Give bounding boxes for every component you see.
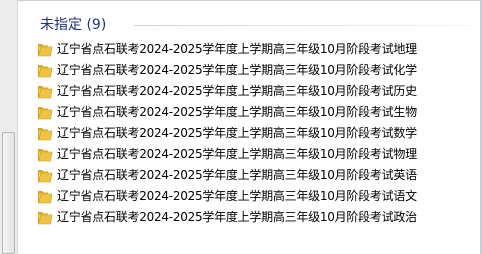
folder-item[interactable]: 辽宁省点石联考2024-2025学年度上学期高三年级10月阶段考试地理: [18, 39, 480, 60]
folder-item[interactable]: 辽宁省点石联考2024-2025学年度上学期高三年级10月阶段考试物理: [18, 144, 480, 165]
group-divider: [134, 25, 472, 26]
folder-name: 辽宁省点石联考2024-2025学年度上学期高三年级10月阶段考试政治: [57, 210, 417, 224]
folder-item[interactable]: 辽宁省点石联考2024-2025学年度上学期高三年级10月阶段考试化学: [18, 60, 480, 81]
folder-item[interactable]: 辽宁省点石联考2024-2025学年度上学期高三年级10月阶段考试生物: [18, 102, 480, 123]
scrollbar-thumb[interactable]: [2, 132, 15, 254]
folder-icon: [37, 168, 53, 183]
folder-name: 辽宁省点石联考2024-2025学年度上学期高三年级10月阶段考试历史: [57, 84, 417, 98]
group-header-unspecified[interactable]: 未指定 (9): [18, 14, 480, 36]
folder-name: 辽宁省点石联考2024-2025学年度上学期高三年级10月阶段考试数学: [57, 126, 417, 140]
folder-item[interactable]: 辽宁省点石联考2024-2025学年度上学期高三年级10月阶段考试数学: [18, 123, 480, 144]
folder-icon: [37, 63, 53, 78]
folder-name: 辽宁省点石联考2024-2025学年度上学期高三年级10月阶段考试英语: [57, 168, 417, 182]
group-title: 未指定 (9): [40, 17, 107, 33]
folder-item[interactable]: 辽宁省点石联考2024-2025学年度上学期高三年级10月阶段考试政治: [18, 207, 480, 228]
folder-name: 辽宁省点石联考2024-2025学年度上学期高三年级10月阶段考试语文: [57, 189, 417, 203]
folder-name: 辽宁省点石联考2024-2025学年度上学期高三年级10月阶段考试化学: [57, 63, 417, 77]
folder-name: 辽宁省点石联考2024-2025学年度上学期高三年级10月阶段考试地理: [57, 42, 417, 56]
folder-item[interactable]: 辽宁省点石联考2024-2025学年度上学期高三年级10月阶段考试语文: [18, 186, 480, 207]
folder-icon: [37, 210, 53, 225]
folder-icon: [37, 42, 53, 57]
file-pane: 未指定 (9) 辽宁省点石联考2024-2025学年度上学期高三年级10月阶段考…: [18, 0, 480, 254]
folder-icon: [37, 105, 53, 120]
folder-item[interactable]: 辽宁省点石联考2024-2025学年度上学期高三年级10月阶段考试历史: [18, 81, 480, 102]
folder-icon: [37, 147, 53, 162]
folder-name: 辽宁省点石联考2024-2025学年度上学期高三年级10月阶段考试物理: [57, 147, 417, 161]
file-list: 辽宁省点石联考2024-2025学年度上学期高三年级10月阶段考试地理 辽宁省点…: [18, 39, 480, 228]
scrollbar-track[interactable]: [0, 0, 18, 254]
folder-icon: [37, 189, 53, 204]
folder-icon: [37, 126, 53, 141]
folder-icon: [37, 84, 53, 99]
folder-item[interactable]: 辽宁省点石联考2024-2025学年度上学期高三年级10月阶段考试英语: [18, 165, 480, 186]
folder-name: 辽宁省点石联考2024-2025学年度上学期高三年级10月阶段考试生物: [57, 105, 417, 119]
